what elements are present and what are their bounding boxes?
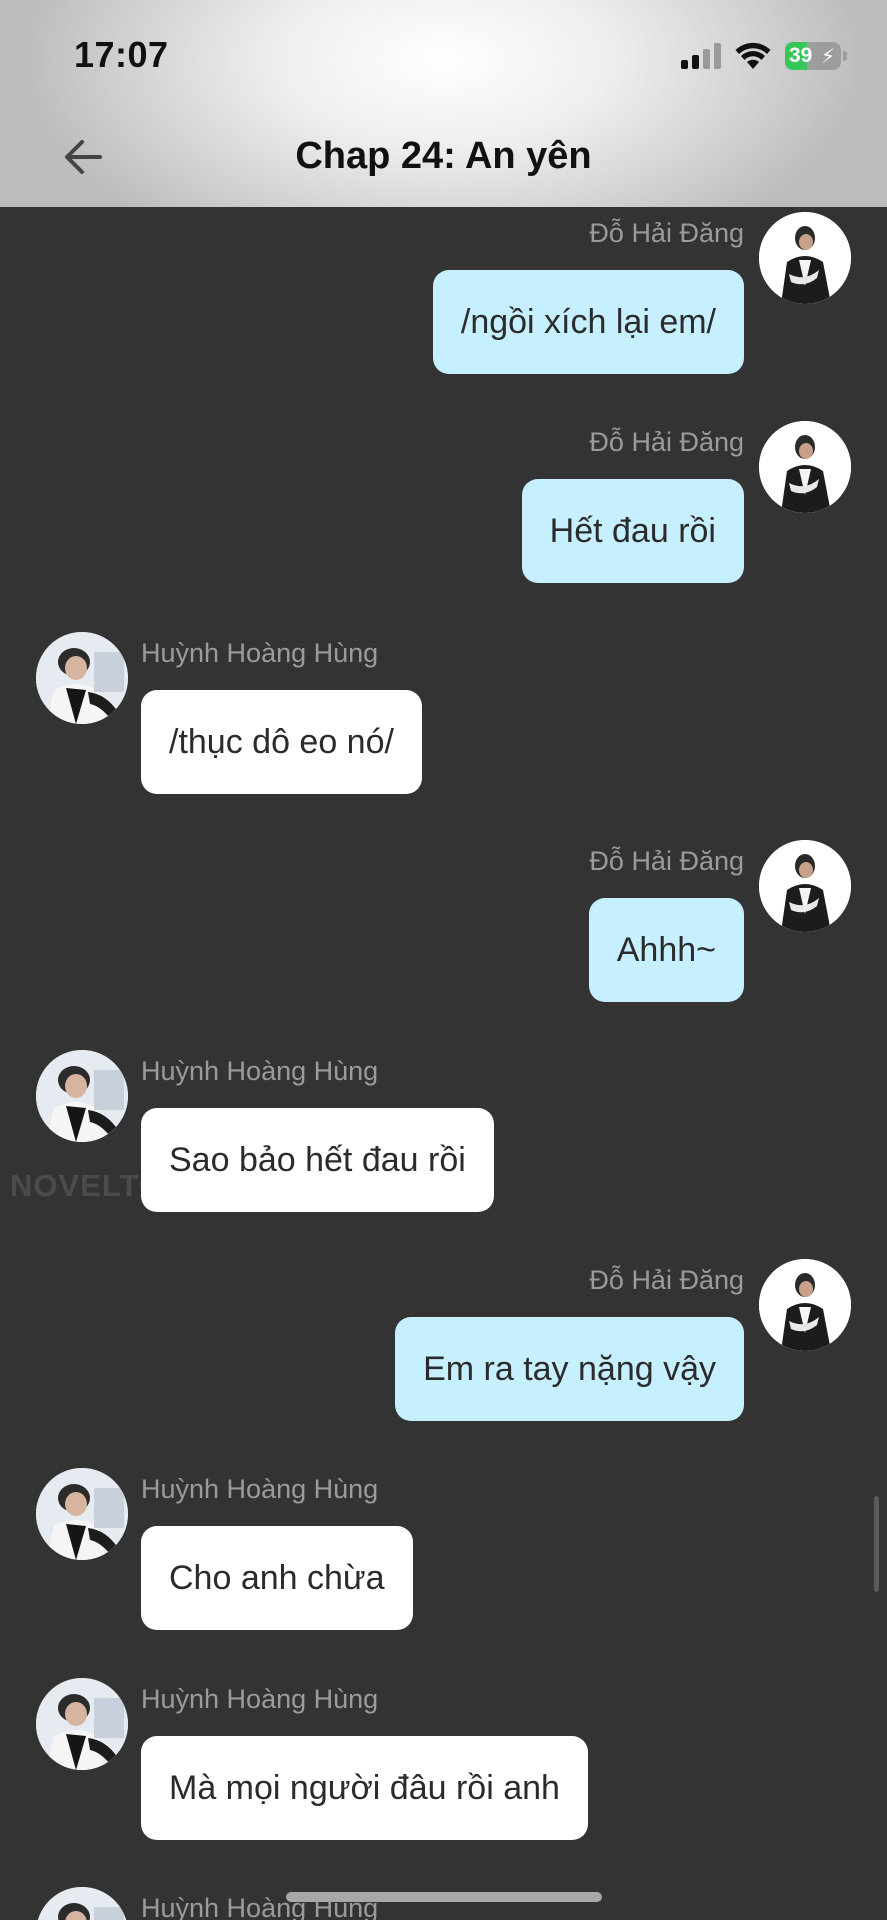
avatar[interactable] [759, 1259, 851, 1351]
top-bar: 17:07 39 ⚡ Chap 24: An yên [0, 0, 887, 207]
sender-name: Huỳnh Hoàng Hùng [141, 1474, 379, 1504]
message-bubble[interactable]: Cho anh chừa [141, 1526, 413, 1630]
scrollbar-thumb[interactable] [874, 1496, 879, 1592]
sender-name: Đỗ Hải Đăng [589, 1265, 744, 1295]
avatar[interactable] [36, 1468, 128, 1560]
home-indicator[interactable] [286, 1892, 602, 1902]
avatar[interactable] [759, 840, 851, 932]
avatar[interactable] [759, 421, 851, 513]
message-bubble[interactable]: Hết đau rồi [521, 479, 744, 583]
watermark-text: NOVELTOON [10, 1168, 213, 1203]
battery-level: 39 [789, 44, 813, 67]
status-time: 17:07 [74, 34, 169, 75]
avatar[interactable] [36, 1050, 128, 1142]
message-bubble[interactable]: Mà mọi người đâu rồi anh [141, 1736, 588, 1840]
sender-name: Huỳnh Hoàng Hùng [141, 638, 379, 668]
page-title: Chap 24: An yên [295, 135, 592, 177]
avatar[interactable] [36, 1887, 128, 1920]
sender-name: Đỗ Hải Đăng [589, 427, 744, 457]
avatar[interactable] [759, 212, 851, 304]
avatar[interactable] [36, 632, 128, 724]
sender-name: Huỳnh Hoàng Hùng [141, 1684, 379, 1714]
message-bubble[interactable]: /thục dô eo nó/ [141, 690, 422, 794]
sender-name: Đỗ Hải Đăng [589, 218, 744, 248]
sender-name: Huỳnh Hoàng Hùng [141, 1056, 379, 1086]
battery-icon: 39 ⚡ [785, 42, 841, 70]
cellular-signal-icon [681, 43, 721, 69]
message-bubble[interactable]: /ngồi xích lại em/ [432, 270, 744, 374]
message-bubble[interactable]: Ahhh~ [588, 898, 744, 1002]
avatar[interactable] [36, 1678, 128, 1770]
status-icons: 39 ⚡ [681, 38, 847, 74]
wifi-icon [735, 42, 771, 69]
sender-name: Đỗ Hải Đăng [589, 846, 744, 876]
message-bubble[interactable]: Em ra tay nặng vậy [395, 1317, 744, 1421]
